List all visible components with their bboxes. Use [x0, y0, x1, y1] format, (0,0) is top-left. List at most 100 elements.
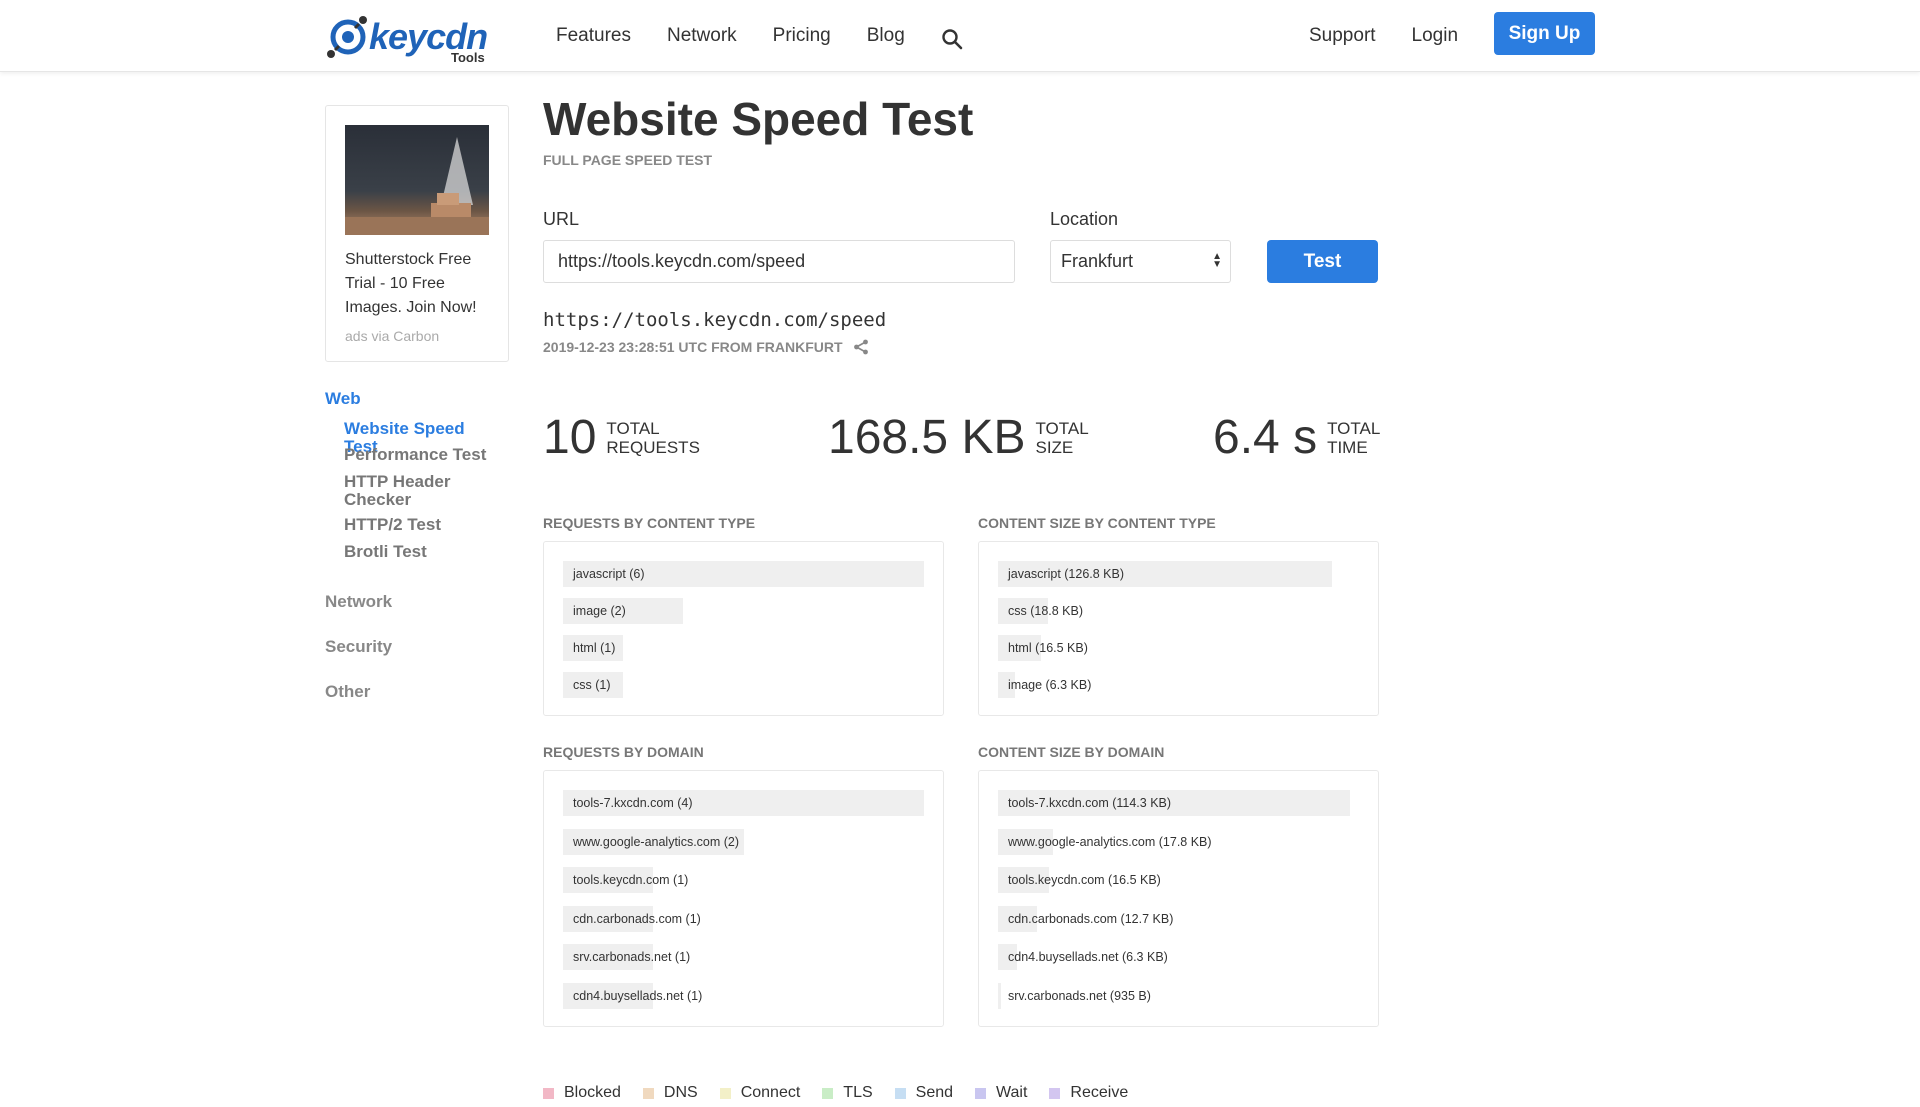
sidebar-category-network[interactable]: Network	[325, 592, 392, 612]
size-domain-label: cdn.carbonads.com (12.7 KB)	[1008, 911, 1174, 926]
legend-item: TLS	[822, 1084, 873, 1102]
sidebar-category-security[interactable]: Security	[325, 637, 392, 657]
nav-login[interactable]: Login	[1412, 25, 1459, 47]
stat-time-label: TOTAL TIME	[1327, 418, 1381, 457]
stat-requests-label: TOTAL REQUESTS	[606, 418, 700, 457]
requests-by-content-type-title: REQUESTS BY CONTENT TYPE	[543, 515, 756, 531]
signup-button[interactable]: Sign Up	[1494, 12, 1595, 55]
size-type-label: javascript (126.8 KB)	[1008, 567, 1125, 581]
legend-item: DNS	[642, 1084, 698, 1102]
size-domain-row: cdn4.buysellads.net (6.3 KB)	[998, 944, 1350, 970]
url-input[interactable]: https://tools.keycdn.com/speed	[543, 240, 1015, 283]
page-subtitle: FULL PAGE SPEED TEST	[543, 152, 713, 168]
content-size-by-content-type-box: javascript (126.8 KB) css (18.8 KB) html (…	[978, 541, 1379, 716]
requests-domain-row: cdn.carbonads.com (1)	[563, 905, 924, 932]
requests-domain-label: cdn4.buysellads.net (1)	[573, 988, 703, 1003]
legend-label: Send	[915, 1084, 954, 1101]
nav-blog[interactable]: Blog	[867, 25, 905, 47]
nav-network[interactable]: Network	[667, 25, 737, 47]
size-domain-label: tools.keycdn.com (16.5 KB)	[1008, 873, 1161, 887]
legend-swatch	[894, 1087, 906, 1099]
ad-image[interactable]	[345, 125, 489, 235]
size-type-row: html (16.5 KB)	[998, 635, 1332, 661]
tree-decoration-icon	[345, 137, 489, 235]
size-domain-row: www.google-analytics.com (17.8 KB)	[998, 828, 1350, 855]
size-type-row: image (6.3 KB)	[998, 672, 1332, 698]
requests-type-label: css (1)	[573, 678, 611, 692]
size-type-label: image (6.3 KB)	[1008, 678, 1092, 692]
legend-item: Receive	[1049, 1084, 1128, 1102]
nav-support[interactable]: Support	[1309, 25, 1376, 47]
size-domain-label: tools-7.kxcdn.com (114.3 KB)	[1008, 796, 1172, 810]
sidebar-category-other[interactable]: Other	[325, 682, 370, 702]
nav-pricing[interactable]: Pricing	[773, 25, 831, 47]
waterfall-legend: Blocked DNS Connect TLS Send Wait Receive	[543, 1084, 1150, 1102]
ad-text[interactable]: Shutterstock Free Trial - 10 Free Images…	[345, 248, 495, 320]
size-domain-label: www.google-analytics.com (17.8 KB)	[1008, 834, 1212, 849]
main-nav: Features Network Pricing Blog	[556, 0, 963, 72]
size-domain-row: srv.carbonads.net (935 B)	[998, 982, 1350, 1009]
stat-total-time: 6.4 s TOTAL TIME	[1213, 410, 1380, 465]
legend-label: Connect	[740, 1084, 801, 1101]
size-type-row: javascript (126.8 KB)	[998, 561, 1332, 587]
sidebar-item-performance-test[interactable]: Performance Test	[344, 446, 494, 464]
size-domain-label: cdn4.buysellads.net (6.3 KB)	[1008, 950, 1168, 964]
content-size-by-content-type-title: CONTENT SIZE BY CONTENT TYPE	[978, 515, 1216, 531]
search-icon[interactable]	[941, 28, 963, 50]
legend-swatch	[975, 1087, 987, 1099]
sidebar-category-web[interactable]: Web	[325, 389, 361, 409]
requests-domain-row: cdn4.buysellads.net (1)	[563, 982, 924, 1009]
sidebar-item-http2-test[interactable]: HTTP/2 Test	[344, 516, 494, 534]
requests-type-row: image (2)	[563, 598, 924, 624]
result-timestamp: 2019-12-23 23:28:51 UTC FROM FRANKFURT	[543, 339, 843, 355]
size-type-row: css (18.8 KB)	[998, 598, 1332, 624]
requests-domain-label: tools-7.kxcdn.com (4)	[573, 796, 693, 810]
requests-type-label: html (1)	[573, 641, 616, 655]
select-arrows-icon: ▲ ▼	[1212, 251, 1222, 270]
stat-time-value: 6.4 s	[1213, 411, 1318, 464]
requests-domain-row: tools-7.kxcdn.com (4)	[563, 790, 924, 816]
stat-requests-value: 10	[543, 411, 597, 464]
test-button[interactable]: Test	[1267, 240, 1378, 283]
requests-by-content-type-box: javascript (6) image (2) html (1) css (1)	[543, 541, 944, 716]
nav-features[interactable]: Features	[556, 25, 631, 47]
legend-label: Wait	[996, 1084, 1028, 1101]
sidebar-item-http-header-checker[interactable]: HTTP Header Checker	[344, 473, 494, 509]
size-type-label: html (16.5 KB)	[1008, 641, 1088, 655]
size-domain-row: cdn.carbonads.com (12.7 KB)	[998, 905, 1350, 932]
sidebar-item-brotli-test[interactable]: Brotli Test	[344, 543, 494, 561]
legend-item: Connect	[719, 1084, 801, 1102]
stat-total-requests: 10 TOTAL REQUESTS	[543, 410, 700, 465]
legend-item: Wait	[975, 1084, 1027, 1102]
location-label: Location	[1050, 209, 1119, 229]
stat-size-value: 168.5 KB	[828, 411, 1026, 464]
size-domain-label: srv.carbonads.net (935 B)	[1008, 988, 1151, 1003]
logo-subtitle: Tools	[451, 50, 485, 65]
legend-swatch	[719, 1087, 731, 1099]
requests-domain-label: www.google-analytics.com (2)	[573, 834, 740, 849]
carbon-ad[interactable]: Shutterstock Free Trial - 10 Free Images…	[325, 105, 509, 362]
url-label: URL	[543, 209, 580, 229]
top-header: keycdn Tools Features Network Pricing Bl…	[0, 0, 1920, 72]
result-meta: 2019-12-23 23:28:51 UTC FROM FRANKFURT	[543, 339, 869, 355]
account-nav: Support Login	[1309, 0, 1494, 72]
page-title: Website Speed Test	[543, 93, 974, 145]
legend-swatch	[1049, 1087, 1061, 1099]
location-select[interactable]: Frankfurt ▲ ▼	[1050, 240, 1231, 283]
keycdn-logo-icon	[327, 16, 367, 58]
requests-by-domain-title: REQUESTS BY DOMAIN	[543, 744, 704, 760]
legend-item: Blocked	[543, 1084, 621, 1102]
stat-size-label: TOTAL SIZE	[1035, 418, 1089, 457]
share-icon[interactable]	[853, 339, 869, 355]
legend-label: DNS	[663, 1084, 698, 1101]
ad-via[interactable]: ads via Carbon	[345, 328, 439, 344]
requests-by-domain-box: tools-7.kxcdn.com (4) www.google-analytic…	[543, 770, 944, 1027]
requests-domain-row: www.google-analytics.com (2)	[563, 828, 924, 855]
stat-total-size: 168.5 KB TOTAL SIZE	[828, 410, 1089, 465]
legend-swatch	[543, 1087, 554, 1099]
size-domain-row: tools-7.kxcdn.com (114.3 KB)	[998, 790, 1350, 816]
keycdn-logo[interactable]: keycdn Tools	[325, 12, 490, 65]
requests-type-row: javascript (6)	[563, 561, 924, 587]
location-value: Frankfurt	[1061, 251, 1134, 271]
legend-swatch	[642, 1087, 654, 1099]
